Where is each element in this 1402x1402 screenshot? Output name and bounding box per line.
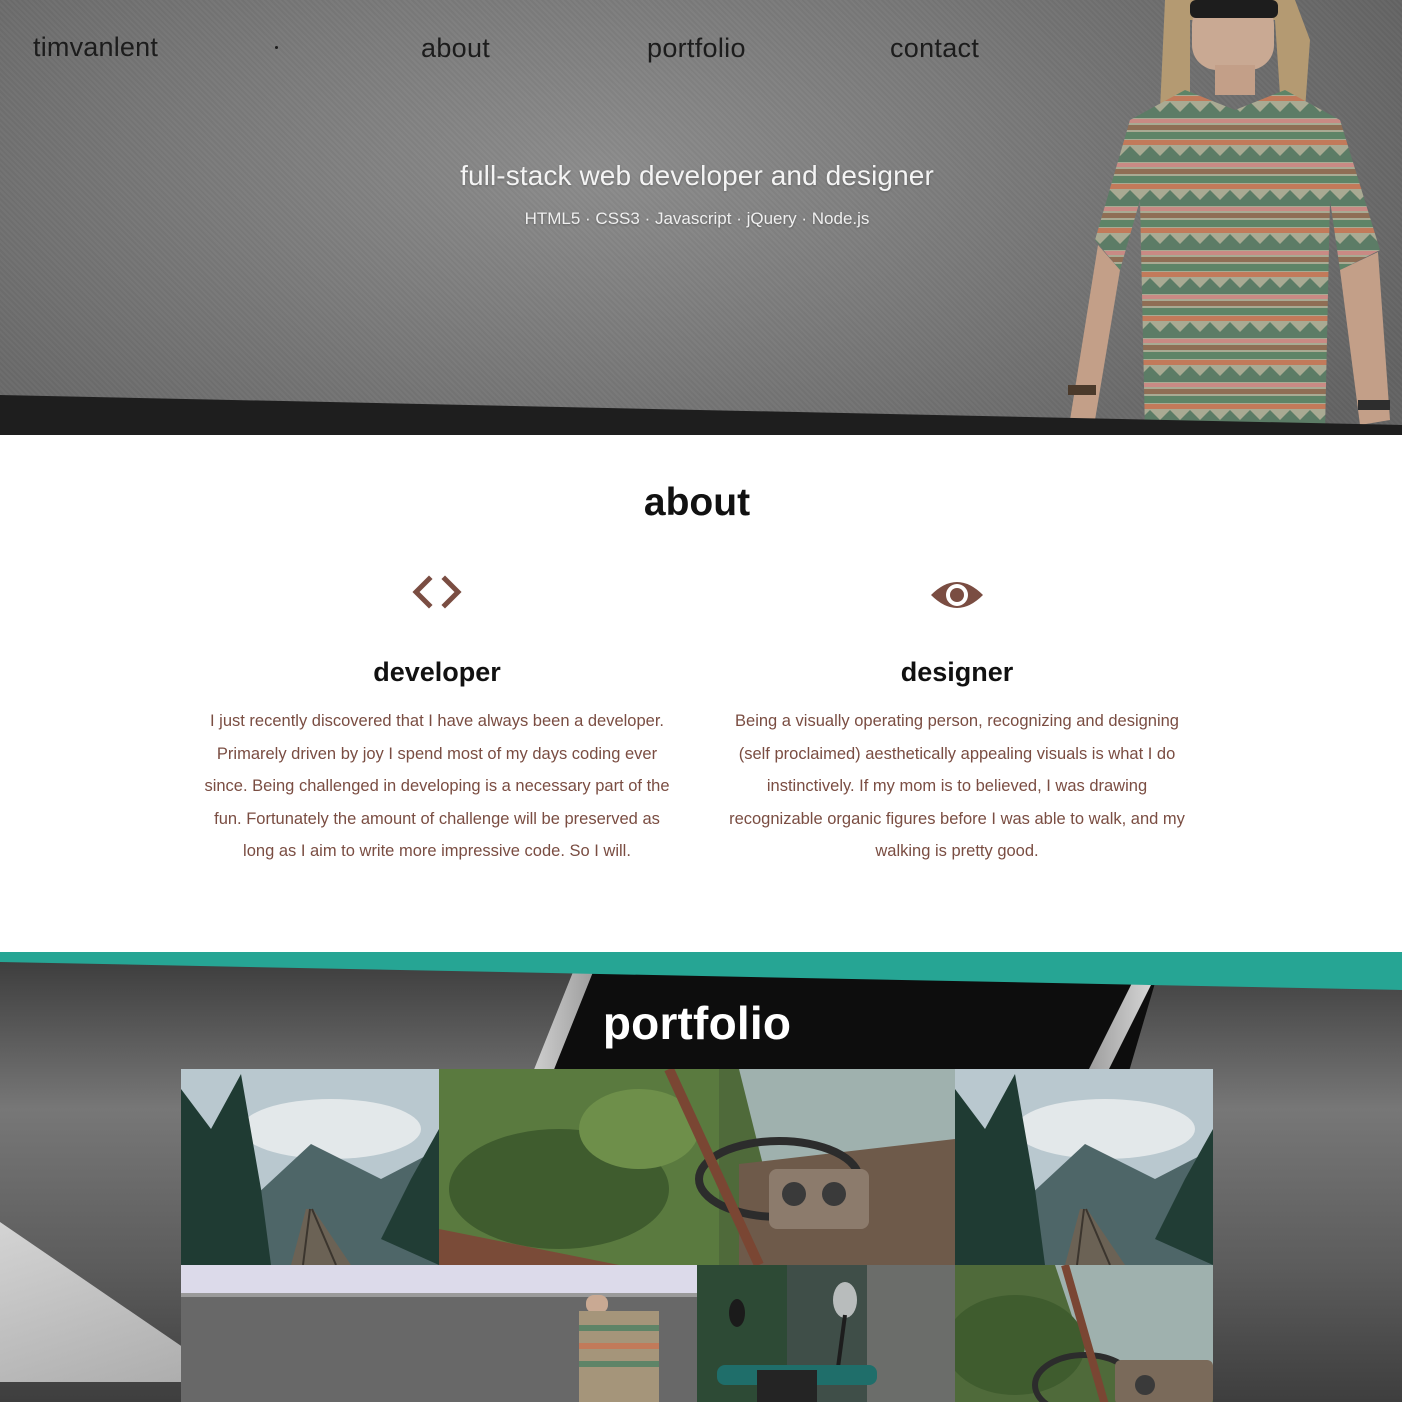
developer-description: I just recently discovered that I have a… [204,712,670,860]
brand-logo[interactable]: timvanlent [33,32,158,63]
portfolio-tile-railway-forest[interactable] [181,1069,439,1265]
hero-title: full-stack web developer and designer [460,160,934,191]
nav-link-about[interactable]: about [421,33,490,64]
designer-description: Being a visually operating person, recog… [729,712,1185,860]
designer-title: designer [900,657,1014,687]
nav-link-contact[interactable]: contact [890,33,979,64]
nav-link-portfolio[interactable]: portfolio [647,33,746,64]
portfolio-tile-railway-forest[interactable] [955,1069,1213,1265]
developer-title: developer [373,657,501,687]
background-laptop-base [0,1222,190,1382]
eye-icon [931,582,983,608]
portfolio-section: portfolio [0,952,1402,1402]
brand-separator-dot [275,46,278,49]
about-heading: about [643,481,751,524]
portfolio-tile-website-screenshot[interactable] [181,1265,697,1402]
portfolio-tile-abandoned-car[interactable] [955,1265,1213,1402]
portfolio-tile-abandoned-car[interactable] [439,1069,955,1265]
code-brackets-icon [412,575,462,609]
about-section: about developer I just recently discover… [0,435,1402,952]
portfolio-tile-scooter[interactable] [697,1265,955,1402]
hero-skills: HTML5 · CSS3 · Javascript · jQuery · Nod… [524,209,870,228]
hero-section: timvanlent about portfolio contact full-… [0,0,1402,435]
portfolio-heading: portfolio [602,997,792,1049]
